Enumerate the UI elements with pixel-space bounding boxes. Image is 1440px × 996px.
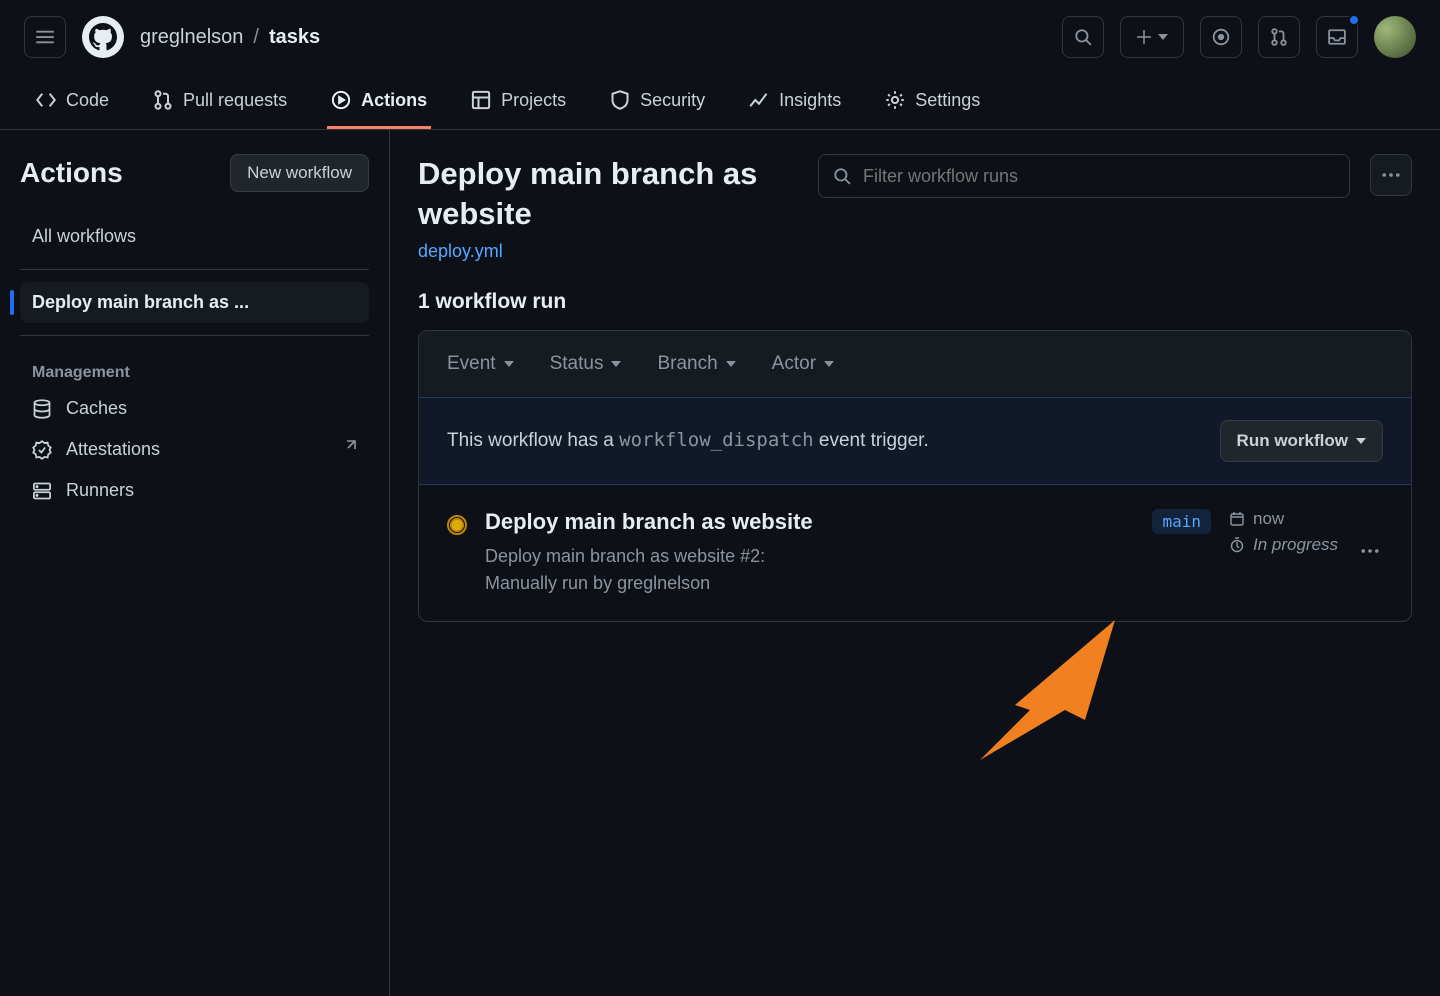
menu-button[interactable]	[24, 16, 66, 58]
kebab-icon	[1361, 542, 1379, 560]
pull-requests-button[interactable]	[1258, 16, 1300, 58]
run-subtitle-1: Deploy main branch as website #2:	[485, 546, 765, 566]
sidebar: Actions New workflow All workflows Deplo…	[0, 130, 390, 996]
sidebar-caches[interactable]: Caches	[20, 388, 369, 429]
server-icon	[32, 481, 52, 501]
status-in-progress-icon	[447, 515, 467, 535]
caret-down-icon	[1356, 437, 1366, 445]
filter-row: Event Status Branch Actor	[419, 331, 1411, 398]
breadcrumb: greglnelson / tasks	[140, 26, 320, 49]
create-new-button[interactable]	[1120, 16, 1184, 58]
plus-icon	[1136, 29, 1152, 45]
run-workflow-button[interactable]: Run workflow	[1220, 420, 1383, 462]
kebab-icon	[1382, 166, 1400, 184]
divider	[20, 269, 369, 270]
database-icon	[32, 399, 52, 419]
tab-insights[interactable]: Insights	[745, 74, 845, 129]
repo-nav: Code Pull requests Actions Projects Secu…	[0, 74, 1440, 130]
shield-icon	[610, 90, 630, 110]
sidebar-attestations[interactable]: Attestations	[20, 429, 369, 470]
dispatch-code: workflow_dispatch	[619, 429, 813, 451]
filter-status[interactable]: Status	[550, 353, 622, 375]
sidebar-workflow-selected[interactable]: Deploy main branch as ...	[20, 282, 369, 323]
external-link-icon	[341, 439, 357, 460]
tab-pull-requests[interactable]: Pull requests	[149, 74, 291, 129]
user-avatar[interactable]	[1374, 16, 1416, 58]
sidebar-management-label: Management	[20, 348, 369, 388]
tab-settings[interactable]: Settings	[881, 74, 984, 129]
inbox-icon	[1328, 28, 1346, 46]
notification-dot	[1348, 14, 1360, 26]
search-icon	[1074, 28, 1092, 46]
caret-down-icon	[726, 360, 736, 368]
divider	[20, 335, 369, 336]
annotation-arrow	[970, 610, 1130, 770]
filter-event[interactable]: Event	[447, 353, 514, 375]
caret-down-icon	[504, 360, 514, 368]
run-subtitle-2: Manually run by greglnelson	[485, 573, 710, 593]
breadcrumb-separator: /	[253, 26, 259, 49]
new-workflow-button[interactable]: New workflow	[230, 154, 369, 192]
main-content: Deploy main branch as website deploy.yml…	[390, 130, 1440, 996]
caret-down-icon	[824, 360, 834, 368]
table-icon	[471, 90, 491, 110]
gear-icon	[885, 90, 905, 110]
sidebar-all-workflows[interactable]: All workflows	[20, 216, 369, 257]
branch-pill[interactable]: main	[1152, 509, 1211, 534]
filter-actor[interactable]: Actor	[772, 353, 834, 375]
runs-count: 1 workflow run	[418, 290, 1412, 314]
run-row[interactable]: Deploy main branch as website Deploy mai…	[419, 485, 1411, 621]
workflow-file-link[interactable]: deploy.yml	[418, 241, 503, 261]
breadcrumb-owner[interactable]: greglnelson	[140, 26, 243, 49]
github-icon	[89, 23, 117, 51]
sidebar-heading: Actions	[20, 157, 123, 189]
tab-actions[interactable]: Actions	[327, 74, 431, 129]
tab-code[interactable]: Code	[32, 74, 113, 129]
hamburger-icon	[35, 27, 55, 47]
workflow-menu-button[interactable]	[1370, 154, 1412, 196]
issues-button[interactable]	[1200, 16, 1242, 58]
run-title[interactable]: Deploy main branch as website	[485, 509, 1134, 535]
sidebar-runners[interactable]: Runners	[20, 470, 369, 511]
dispatch-row: This workflow has a workflow_dispatch ev…	[419, 398, 1411, 485]
breadcrumb-repo[interactable]: tasks	[269, 26, 320, 49]
verified-icon	[32, 440, 52, 460]
pull-request-icon	[1270, 28, 1288, 46]
search-button[interactable]	[1062, 16, 1104, 58]
run-meta: now In progress	[1229, 509, 1339, 555]
stopwatch-icon	[1229, 537, 1245, 553]
pull-request-icon	[153, 90, 173, 110]
filter-branch[interactable]: Branch	[657, 353, 735, 375]
calendar-icon	[1229, 511, 1245, 527]
caret-down-icon	[1158, 32, 1168, 42]
dispatch-suffix: event trigger.	[814, 430, 929, 451]
inbox-button[interactable]	[1316, 16, 1358, 58]
search-icon	[833, 167, 851, 185]
filter-runs-input[interactable]	[861, 165, 1335, 188]
runs-box: Event Status Branch Actor This workflow …	[418, 330, 1412, 622]
filter-runs-search[interactable]	[818, 154, 1350, 198]
tab-security[interactable]: Security	[606, 74, 709, 129]
play-circle-icon	[331, 90, 351, 110]
workflow-title: Deploy main branch as website	[418, 154, 798, 235]
graph-icon	[749, 90, 769, 110]
run-menu-button[interactable]	[1357, 536, 1383, 570]
code-icon	[36, 90, 56, 110]
caret-down-icon	[611, 360, 621, 368]
github-logo[interactable]	[82, 16, 124, 58]
issues-icon	[1212, 28, 1230, 46]
dispatch-prefix: This workflow has a	[447, 430, 619, 451]
tab-projects[interactable]: Projects	[467, 74, 570, 129]
